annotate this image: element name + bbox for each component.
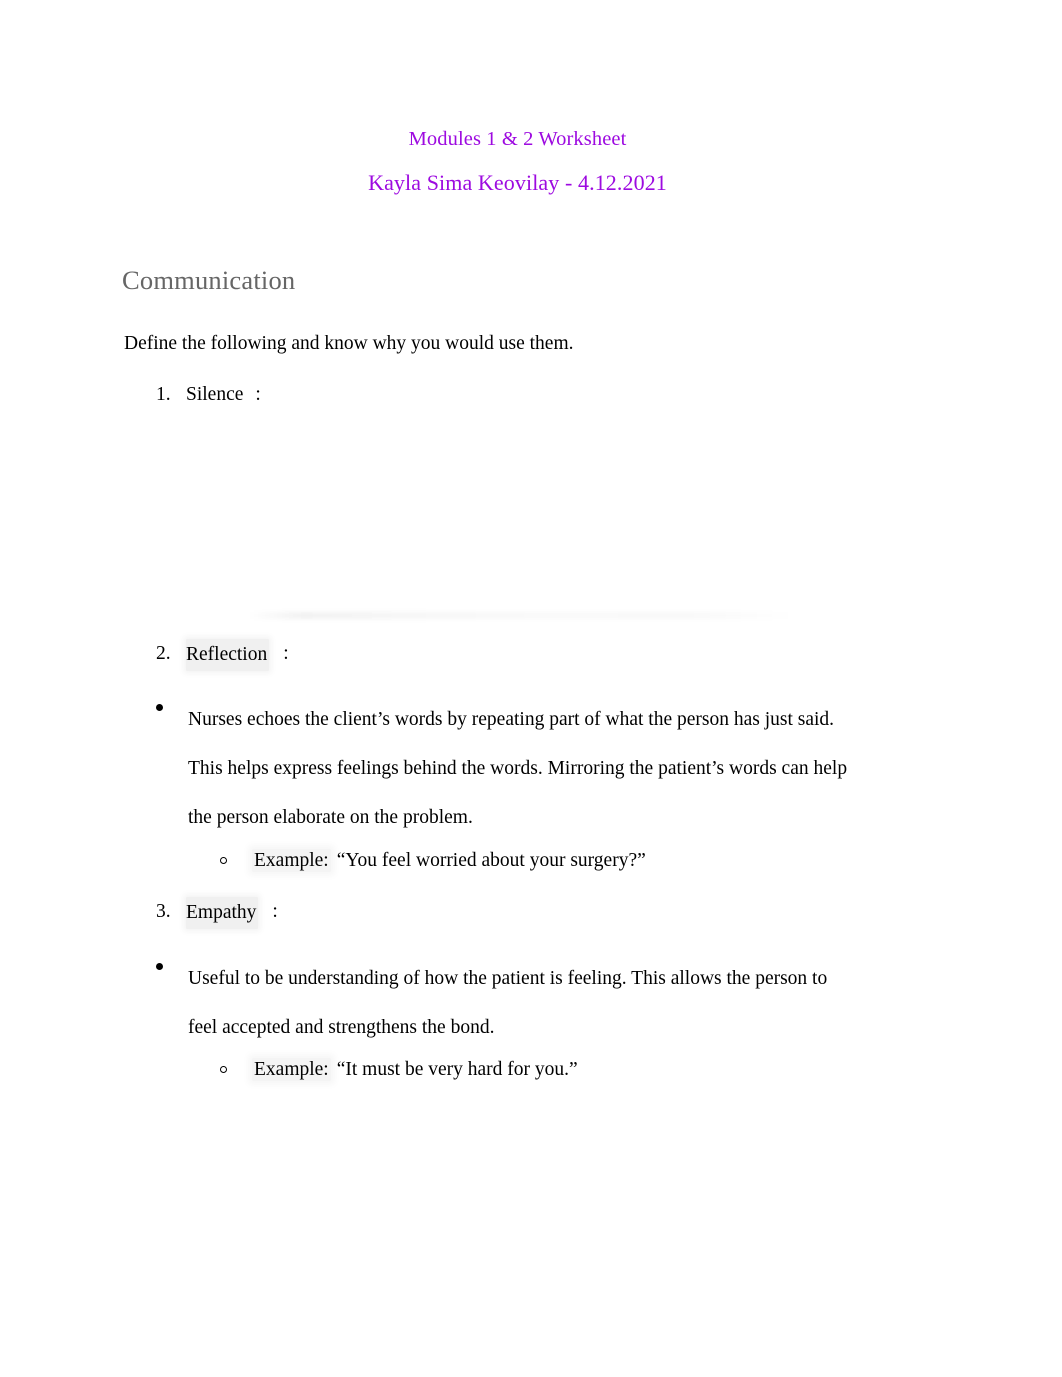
- list-item-2: 2. Reflection :: [156, 639, 289, 671]
- page-smudge-artifact: [248, 612, 796, 619]
- list-item-3-bullet: Useful to be understanding of how the pa…: [156, 954, 856, 1052]
- document-title-block: Modules 1 & 2 Worksheet Kayla Sima Keovi…: [0, 118, 1035, 204]
- list-item-1: 1. Silence :: [156, 380, 261, 410]
- list-item-2-subbullet: Example: “You feel worried about your sur…: [220, 846, 860, 876]
- list-marker-1: 1.: [156, 384, 171, 405]
- list-item-1-separator: :: [255, 384, 261, 405]
- list-item-2-separator: :: [283, 643, 289, 664]
- list-item-2-bullet-text: Nurses echoes the client’s words by repe…: [188, 709, 848, 828]
- list-item-2-example-label: Example:: [252, 849, 331, 872]
- list-item-3-example-label: Example:: [252, 1058, 331, 1081]
- list-marker-3: 3.: [156, 901, 171, 922]
- list-marker-2: 2.: [156, 643, 171, 664]
- list-item-3-separator: :: [272, 901, 278, 922]
- document-subtitle: Kayla Sima Keovilay - 4.12.2021: [368, 170, 667, 195]
- list-item-2-term: Reflection: [186, 639, 270, 671]
- list-item-3-bullet-text: Useful to be understanding of how the pa…: [188, 968, 828, 1038]
- list-item-2-example: Example: “You feel worried about your sur…: [252, 846, 860, 876]
- list-item-3-example: Example: “It must be very hard for you.”: [252, 1055, 860, 1085]
- list-item-3-example-text: “It must be very hard for you.”: [336, 1059, 578, 1080]
- list-item-2-bullet: Nurses echoes the client’s words by repe…: [156, 695, 856, 842]
- bullet-circle-icon: [220, 857, 227, 864]
- bullet-disc-icon: [156, 704, 163, 711]
- document-title: Modules 1 & 2 Worksheet: [408, 128, 627, 150]
- bullet-circle-icon: [220, 1066, 227, 1073]
- section-intro-text: Define the following and know why you wo…: [124, 333, 574, 354]
- list-item-3: 3. Empathy :: [156, 897, 278, 929]
- list-item-2-example-text: “You feel worried about your surgery?”: [336, 850, 646, 871]
- list-item-3-term: Empathy: [186, 897, 259, 929]
- list-item-1-term: Silence: [186, 384, 244, 405]
- bullet-disc-icon: [156, 963, 163, 970]
- section-heading: Communication: [122, 265, 296, 295]
- list-item-3-subbullet: Example: “It must be very hard for you.”: [220, 1055, 860, 1085]
- document-page: Modules 1 & 2 Worksheet Kayla Sima Keovi…: [0, 0, 1062, 1377]
